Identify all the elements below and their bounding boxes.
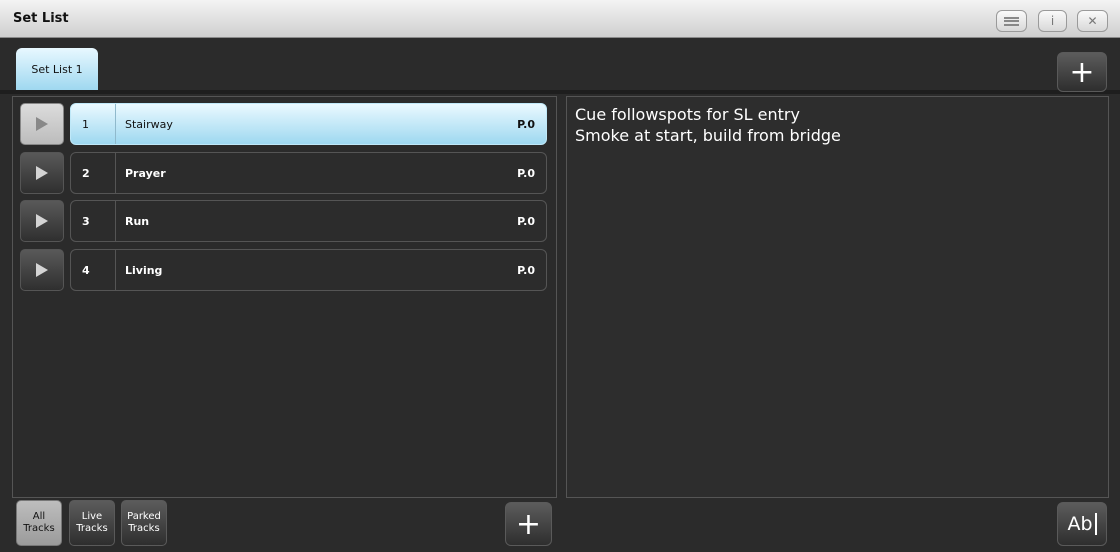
menu-button[interactable] bbox=[996, 10, 1027, 32]
window-title: Set List bbox=[13, 11, 69, 26]
track-row[interactable]: 2 Prayer P.0 bbox=[70, 152, 547, 194]
tab-set-list-1[interactable]: Set List 1 bbox=[16, 48, 98, 90]
track-name: Stairway bbox=[125, 118, 173, 131]
track-divider bbox=[115, 104, 116, 144]
text-cursor-icon bbox=[1094, 513, 1097, 535]
play-icon bbox=[36, 214, 48, 228]
track-divider bbox=[115, 153, 116, 193]
notes-line-2: Smoke at start, build from bridge bbox=[575, 126, 841, 145]
track-divider bbox=[115, 250, 116, 290]
info-button[interactable]: i bbox=[1038, 10, 1067, 32]
add-set-list-button[interactable]: + bbox=[1057, 52, 1107, 92]
play-icon bbox=[36, 166, 48, 180]
filter-label: Live Tracks bbox=[76, 511, 108, 534]
plus-icon: + bbox=[515, 506, 542, 542]
track-number: 2 bbox=[82, 167, 90, 180]
add-track-button[interactable]: + bbox=[505, 502, 552, 546]
track-page: P.0 bbox=[517, 118, 535, 131]
menu-icon bbox=[1004, 16, 1019, 26]
tab-divider bbox=[0, 90, 1120, 94]
track-row[interactable]: 4 Living P.0 bbox=[70, 249, 547, 291]
track-page: P.0 bbox=[517, 215, 535, 228]
track-name: Living bbox=[125, 264, 163, 277]
track-number: 1 bbox=[82, 118, 89, 131]
plus-icon: + bbox=[1069, 54, 1095, 90]
track-divider bbox=[115, 201, 116, 241]
filter-label: Parked Tracks bbox=[127, 511, 161, 534]
track-page: P.0 bbox=[517, 264, 535, 277]
close-button[interactable]: ✕ bbox=[1077, 10, 1108, 32]
play-button-track-1[interactable] bbox=[20, 103, 64, 145]
play-icon bbox=[36, 117, 48, 131]
notes-line-1: Cue followspots for SL entry bbox=[575, 105, 800, 124]
filter-live-tracks-button[interactable]: Live Tracks bbox=[69, 500, 115, 546]
filter-all-tracks-button[interactable]: All Tracks bbox=[16, 500, 62, 546]
track-row[interactable]: 3 Run P.0 bbox=[70, 200, 547, 242]
close-icon: ✕ bbox=[1087, 14, 1098, 28]
track-notes-panel[interactable]: Cue followspots for SL entry Smoke at st… bbox=[566, 96, 1109, 498]
play-icon bbox=[36, 263, 48, 277]
track-number: 3 bbox=[82, 215, 90, 228]
text-edit-icon: Ab bbox=[1067, 513, 1093, 535]
track-number: 4 bbox=[82, 264, 90, 277]
track-row[interactable]: 1 Stairway P.0 bbox=[70, 103, 547, 145]
play-button-track-3[interactable] bbox=[20, 200, 64, 242]
filter-parked-tracks-button[interactable]: Parked Tracks bbox=[121, 500, 167, 546]
edit-text-button[interactable]: Ab bbox=[1057, 502, 1107, 546]
play-button-track-4[interactable] bbox=[20, 249, 64, 291]
track-name: Run bbox=[125, 215, 150, 228]
track-page: P.0 bbox=[517, 167, 535, 180]
filter-label: All Tracks bbox=[23, 511, 55, 534]
info-icon: i bbox=[1050, 14, 1055, 28]
play-button-track-2[interactable] bbox=[20, 152, 64, 194]
title-bar: Set List i ✕ bbox=[0, 0, 1120, 38]
track-name: Prayer bbox=[125, 167, 166, 180]
